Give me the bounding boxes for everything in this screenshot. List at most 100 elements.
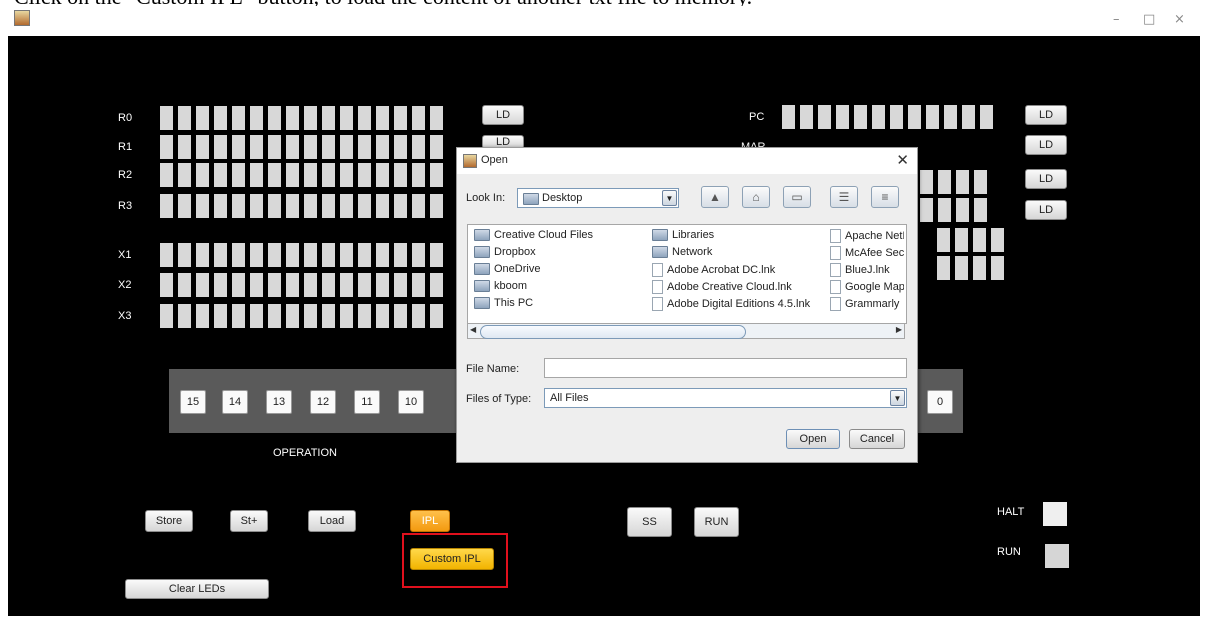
- cancel-button[interactable]: Cancel: [849, 429, 905, 449]
- led-row-x3: [160, 304, 443, 328]
- new-folder-icon[interactable]: ▭: [783, 186, 811, 208]
- scroll-right-icon[interactable]: ▶: [896, 325, 902, 334]
- led-row-x1: [160, 243, 443, 267]
- look-in-value: Desktop: [542, 192, 583, 204]
- led-row-r3-right: [920, 198, 987, 222]
- bit-switch-0[interactable]: 0: [927, 390, 953, 414]
- file-name: Libraries: [672, 229, 715, 241]
- ipl-button[interactable]: IPL: [410, 510, 450, 532]
- dialog-close-icon[interactable]: ✕: [896, 151, 909, 169]
- ld-button-mar[interactable]: LD: [1025, 135, 1067, 155]
- led: [214, 273, 227, 297]
- file-list-item[interactable]: Network: [652, 246, 822, 258]
- file-list-item[interactable]: Creative Cloud Files: [474, 229, 644, 241]
- led: [340, 194, 353, 218]
- bit-switch-15[interactable]: 15: [180, 390, 206, 414]
- led: [394, 304, 407, 328]
- folder-icon: [474, 229, 490, 241]
- led: [178, 304, 191, 328]
- led: [178, 163, 191, 187]
- bit-switch-13[interactable]: 13: [266, 390, 292, 414]
- led: [178, 194, 191, 218]
- scrollbar-thumb[interactable]: [480, 325, 746, 339]
- store-plus-button[interactable]: St+: [230, 510, 268, 532]
- single-step-button[interactable]: SS: [627, 507, 672, 537]
- chevron-down-icon: ▼: [662, 190, 677, 206]
- led: [376, 304, 389, 328]
- file-list-item[interactable]: Google Maps: [830, 280, 904, 294]
- ld-button-r0[interactable]: LD: [482, 105, 524, 125]
- clear-leds-button[interactable]: Clear LEDs: [125, 579, 269, 599]
- file-name: Apache NetBeans: [845, 230, 904, 242]
- maximize-icon[interactable]: □: [1143, 12, 1155, 27]
- led: [412, 304, 425, 328]
- store-button[interactable]: Store: [145, 510, 193, 532]
- ld-button-mbr[interactable]: LD: [1025, 169, 1067, 189]
- led: [394, 106, 407, 130]
- ld-button-ir[interactable]: LD: [1025, 200, 1067, 220]
- file-list-item[interactable]: McAfee Security: [830, 246, 904, 260]
- led: [358, 273, 371, 297]
- file-name: Adobe Digital Editions 4.5.lnk: [667, 298, 811, 310]
- led: [430, 106, 443, 130]
- led: [214, 106, 227, 130]
- led: [286, 135, 299, 159]
- file-name: Dropbox: [494, 246, 536, 258]
- led: [800, 105, 813, 129]
- led: [974, 198, 987, 222]
- bit-switch-10[interactable]: 10: [398, 390, 424, 414]
- led: [973, 228, 986, 252]
- file-list-item[interactable]: Grammarly: [830, 297, 904, 311]
- bit-switch-11[interactable]: 11: [354, 390, 380, 414]
- minimize-icon[interactable]: –: [1113, 12, 1120, 27]
- operation-label: OPERATION: [273, 447, 337, 459]
- file-list-item[interactable]: Libraries: [652, 229, 822, 241]
- run-button[interactable]: RUN: [694, 507, 739, 537]
- led: [304, 106, 317, 130]
- file-list-item[interactable]: BlueJ.lnk: [830, 263, 904, 277]
- led: [322, 163, 335, 187]
- details-view-icon[interactable]: ≡: [871, 186, 899, 208]
- load-button[interactable]: Load: [308, 510, 356, 532]
- led-row-r1: [160, 135, 443, 159]
- ld-button-pc[interactable]: LD: [1025, 105, 1067, 125]
- file-list-item[interactable]: Adobe Digital Editions 4.5.lnk: [652, 297, 822, 311]
- file-list-item[interactable]: kboom: [474, 280, 644, 292]
- led: [412, 135, 425, 159]
- files-of-type-combo[interactable]: All Files ▼: [544, 388, 907, 408]
- up-folder-icon[interactable]: ▲: [701, 186, 729, 208]
- file-list-item[interactable]: Apache NetBeans: [830, 229, 904, 243]
- look-in-combo[interactable]: Desktop ▼: [517, 188, 679, 208]
- close-icon[interactable]: ×: [1174, 12, 1185, 27]
- horizontal-scrollbar[interactable]: ◀ ▶: [467, 323, 905, 339]
- led: [340, 163, 353, 187]
- file-name-input[interactable]: [544, 358, 907, 378]
- file-icon: [830, 263, 841, 277]
- file-name: Google Maps: [845, 281, 904, 293]
- bit-switch-14[interactable]: 14: [222, 390, 248, 414]
- file-name: kboom: [494, 280, 528, 292]
- scroll-left-icon[interactable]: ◀: [470, 325, 476, 334]
- java-app-icon: [14, 10, 30, 26]
- register-label-r3: R3: [118, 200, 133, 212]
- file-list-item[interactable]: This PC: [474, 297, 644, 309]
- file-list-item[interactable]: Dropbox: [474, 246, 644, 258]
- led: [872, 105, 885, 129]
- register-label-r2: R2: [118, 169, 133, 181]
- file-list[interactable]: Creative Cloud Files Dropbox OneDrive kboom…: [467, 224, 907, 324]
- led: [268, 273, 281, 297]
- led: [196, 304, 209, 328]
- file-name: Adobe Acrobat DC.lnk: [667, 264, 776, 276]
- file-list-item[interactable]: Adobe Acrobat DC.lnk: [652, 263, 822, 277]
- home-icon[interactable]: ⌂: [742, 186, 770, 208]
- list-view-icon[interactable]: ☰: [830, 186, 858, 208]
- led: [286, 194, 299, 218]
- dialog-titlebar: Open ✕: [457, 148, 917, 174]
- led: [286, 163, 299, 187]
- bit-switch-12[interactable]: 12: [310, 390, 336, 414]
- open-button[interactable]: Open: [786, 429, 840, 449]
- led: [938, 198, 951, 222]
- file-list-item[interactable]: OneDrive: [474, 263, 644, 275]
- file-list-item[interactable]: Adobe Creative Cloud.lnk: [652, 280, 822, 294]
- led: [196, 135, 209, 159]
